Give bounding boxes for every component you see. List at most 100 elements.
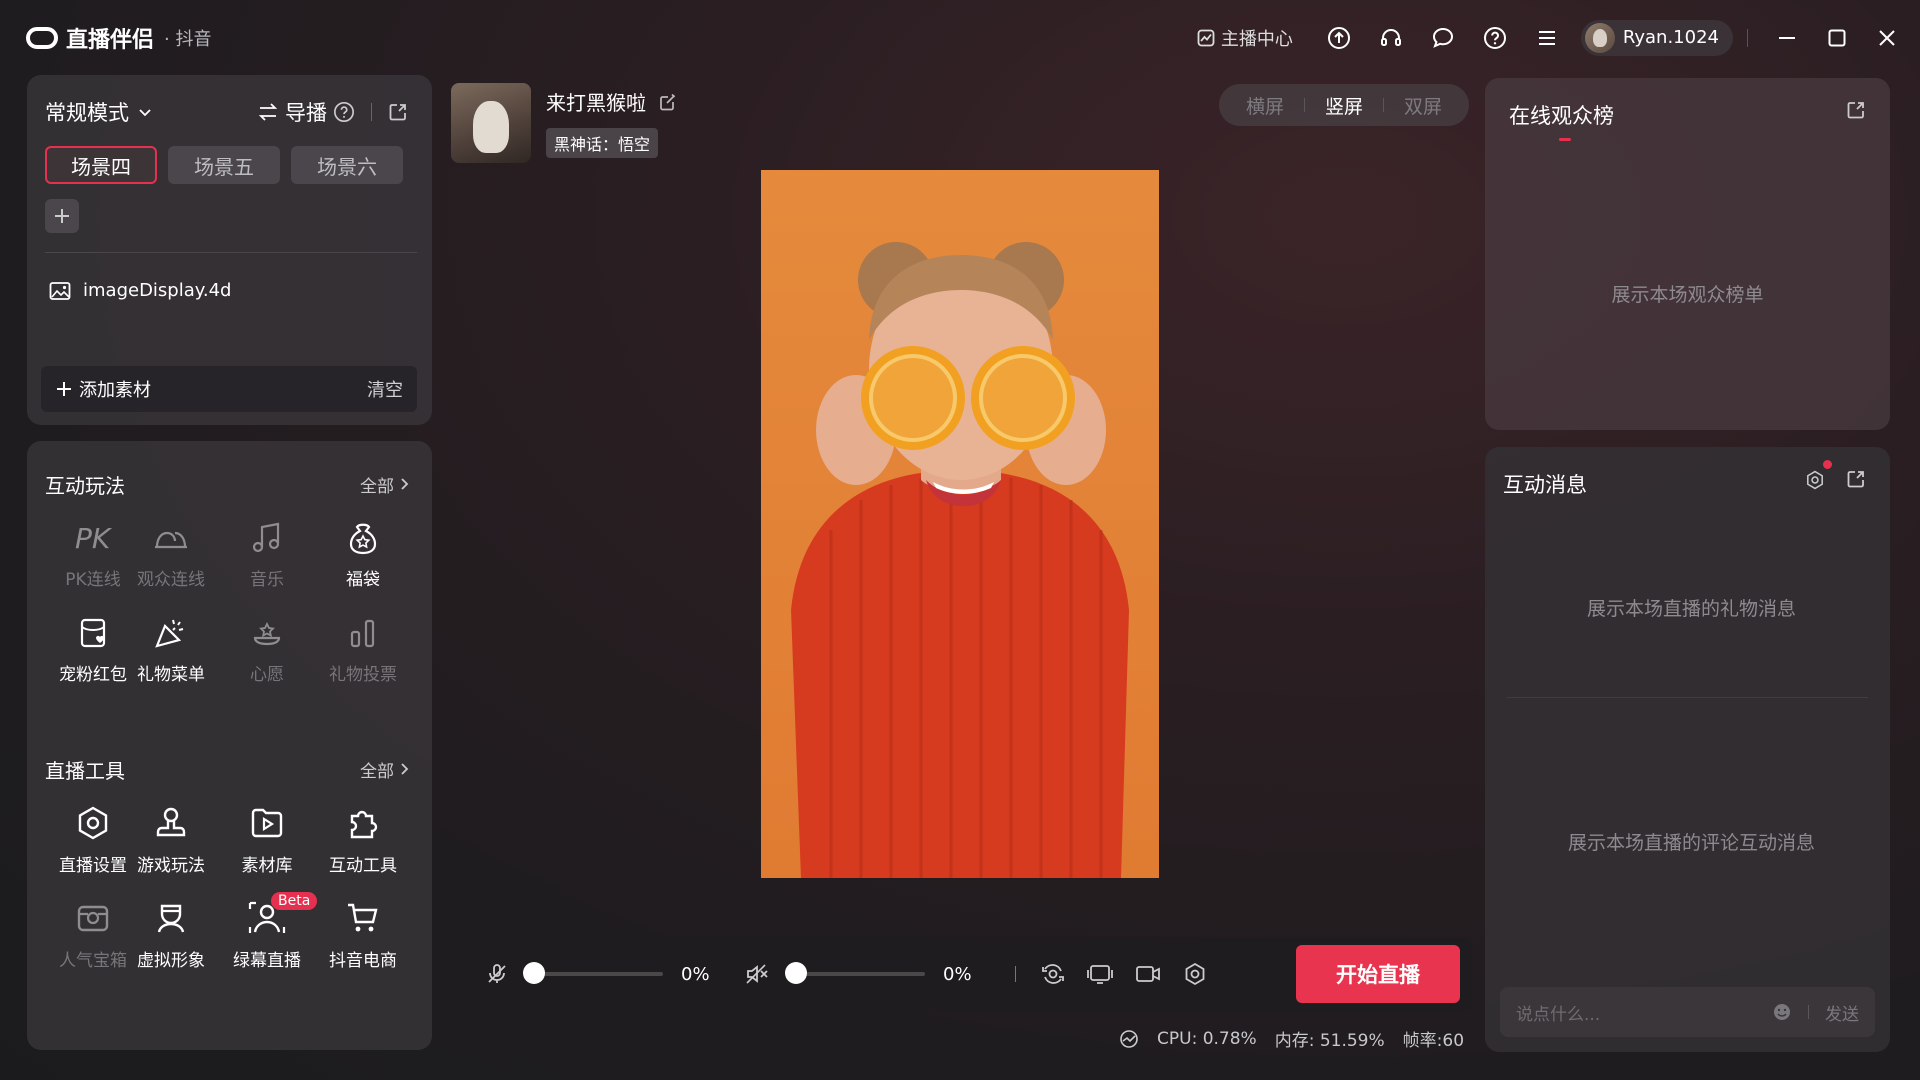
help-icon[interactable] — [333, 101, 355, 123]
mode-label: 常规模式 — [45, 101, 129, 125]
divider — [1507, 697, 1868, 698]
divider — [1808, 1005, 1809, 1019]
tools-all-link[interactable]: 全部 — [360, 757, 410, 782]
user-profile-button[interactable]: Ryan.1024 — [1580, 19, 1733, 56]
interactive-grid: PK PK连线 观众连线 音乐 福袋 宠粉红包 礼物菜单 心愿 礼物投票 — [27, 507, 432, 697]
tools-title: 直播工具 — [45, 758, 125, 783]
close-icon — [1879, 29, 1895, 46]
close-button[interactable] — [1862, 0, 1912, 75]
maximize-button[interactable] — [1812, 0, 1862, 75]
memory-usage: 内存: 51.59% — [1274, 1031, 1385, 1051]
messages-panel: 互动消息 展示本场直播的礼物消息 展示本场直播的评论互动消息 说点什么... 发… — [1485, 447, 1890, 1052]
gift-vote-icon — [350, 619, 375, 648]
tools-grid: 直播设置 游戏玩法 素材库 互动工具 人气宝箱 虚拟形象 Beta 绿幕直播 抖… — [27, 791, 432, 981]
interactive-all-link[interactable]: 全部 — [360, 472, 410, 497]
camera-rotate-icon[interactable] — [1040, 961, 1066, 987]
chevron-right-icon — [401, 763, 409, 775]
grid-item-interactive-tools[interactable]: 互动工具 — [315, 791, 411, 886]
edit-icon[interactable] — [658, 92, 678, 112]
source-name: imageDisplay.4d — [83, 280, 232, 301]
preview-image — [791, 242, 1129, 878]
menu-icon[interactable] — [1530, 21, 1564, 55]
game-play-icon — [156, 807, 186, 837]
viewer-rank-panel: 在线观众榜 展示本场观众榜单 — [1485, 78, 1890, 430]
grid-item-shop[interactable]: 抖音电商 — [315, 886, 411, 981]
plus-icon — [57, 382, 71, 396]
fps: 帧率:60 — [1402, 1031, 1465, 1051]
grid-item-wish[interactable]: 心愿 — [219, 602, 315, 697]
chat-input[interactable]: 说点什么... — [1516, 1000, 1600, 1025]
grid-item-asset-library[interactable]: 素材库 — [219, 791, 315, 886]
all-label: 全部 — [360, 761, 394, 782]
grid-item-avatar[interactable]: 虚拟形象 — [123, 886, 219, 981]
minimize-icon — [1779, 36, 1795, 39]
grid-item-gift-vote[interactable]: 礼物投票 — [315, 602, 411, 697]
speaker-volume-value: 0% — [943, 963, 972, 985]
send-button[interactable]: 发送 — [1825, 1000, 1859, 1025]
grid-item-game-play[interactable]: 游戏玩法 — [123, 791, 219, 886]
start-live-button[interactable]: 开始直播 — [1296, 945, 1460, 1003]
speaker-volume-slider[interactable] — [785, 962, 925, 984]
messages-title: 互动消息 — [1503, 473, 1587, 497]
category-tag[interactable]: 黑神话：悟空 — [546, 128, 659, 158]
mic-mute-icon[interactable] — [485, 962, 509, 986]
minimize-button[interactable] — [1762, 0, 1812, 75]
scene-tab-4[interactable]: 场景四 — [45, 146, 157, 184]
app-name: 直播伴侣 — [66, 27, 155, 53]
mic-volume-slider[interactable] — [523, 962, 663, 984]
speaker-mute-icon[interactable] — [745, 962, 771, 986]
rank-title: 在线观众榜 — [1509, 100, 1614, 141]
chat-bubble-icon[interactable] — [1426, 21, 1460, 55]
orientation-landscape[interactable]: 横屏 — [1246, 92, 1284, 119]
red-packet-icon — [80, 618, 106, 648]
help-icon[interactable] — [1478, 21, 1512, 55]
headset-icon[interactable] — [1374, 21, 1408, 55]
scene-tab-6[interactable]: 场景六 — [291, 146, 403, 184]
maximize-icon — [1828, 29, 1846, 46]
settings-icon[interactable] — [1182, 961, 1208, 987]
popout-icon[interactable] — [1846, 100, 1866, 120]
source-item[interactable]: imageDisplay.4d — [49, 280, 231, 301]
mode-dropdown[interactable]: 常规模式 — [45, 97, 153, 127]
divider — [1015, 966, 1016, 982]
popout-icon[interactable] — [1846, 469, 1866, 489]
title-bar: 直播伴侣 · 抖音 主播中心 Ryan.1024 — [0, 0, 1920, 75]
brand: 直播伴侣 · 抖音 — [26, 22, 211, 54]
plus-icon — [55, 209, 69, 223]
host-center-button[interactable]: 主播中心 — [1197, 25, 1293, 51]
performance-icon[interactable] — [1119, 1029, 1139, 1049]
orientation-portrait[interactable]: 竖屏 — [1325, 92, 1363, 119]
settings-icon[interactable] — [1804, 469, 1826, 491]
grid-item-lucky-bag[interactable]: 福袋 — [315, 507, 411, 602]
grid-item-audience-link[interactable]: 观众连线 — [123, 507, 219, 602]
treasure-box-icon — [77, 905, 109, 932]
emoji-icon[interactable] — [1772, 1002, 1792, 1022]
orientation-dual[interactable]: 双屏 — [1404, 92, 1442, 119]
add-scene-button[interactable] — [45, 199, 79, 233]
lucky-bag-icon — [349, 523, 377, 555]
gift-messages-placeholder: 展示本场直播的礼物消息 — [1586, 598, 1796, 620]
grid-item-gift-menu[interactable]: 礼物菜单 — [123, 602, 219, 697]
live-preview[interactable] — [761, 170, 1159, 878]
slider-knob[interactable] — [785, 962, 807, 984]
upload-icon[interactable] — [1322, 21, 1356, 55]
all-label: 全部 — [360, 476, 394, 497]
grid-item-music[interactable]: 音乐 — [219, 507, 315, 602]
username: Ryan.1024 — [1622, 27, 1719, 48]
video-camera-icon[interactable] — [1134, 962, 1162, 986]
screen-capture-icon[interactable] — [1086, 962, 1114, 986]
slider-knob[interactable] — [523, 962, 545, 984]
popout-icon[interactable] — [388, 102, 408, 122]
scene-tab-5[interactable]: 场景五 — [168, 146, 280, 184]
chevron-down-icon — [139, 109, 151, 117]
asset-library-icon — [251, 808, 283, 838]
streamer-avatar[interactable] — [451, 83, 531, 163]
add-source-button[interactable]: 添加素材 — [79, 376, 151, 402]
grid-item-green-screen[interactable]: Beta 绿幕直播 — [219, 886, 318, 981]
mic-volume-value: 0% — [681, 963, 710, 985]
director-button[interactable]: 导播 — [285, 97, 327, 127]
interactive-title: 互动玩法 — [45, 473, 125, 498]
swap-icon[interactable] — [257, 102, 279, 122]
divider — [45, 252, 417, 253]
clear-button[interactable]: 清空 — [367, 376, 403, 402]
